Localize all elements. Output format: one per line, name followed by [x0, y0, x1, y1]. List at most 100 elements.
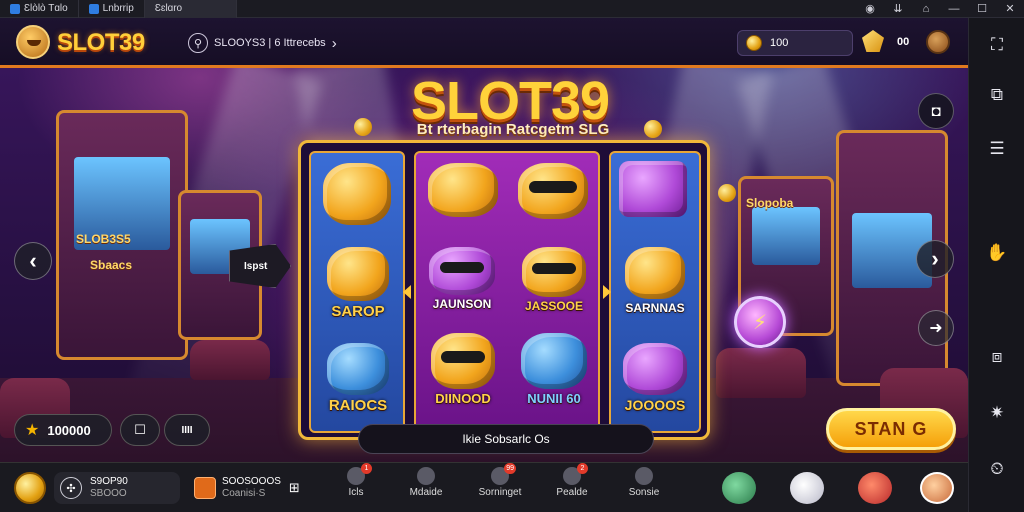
screenshot-icon[interactable]: ⧉: [969, 80, 1024, 110]
app-icon: [10, 3, 20, 14]
reel-symbol[interactable]: JAUNSON: [416, 247, 508, 311]
sunglasses-symbol-icon: [522, 247, 586, 297]
notification-badge: 1: [361, 463, 372, 474]
maximize-button[interactable]: ☐: [968, 0, 996, 18]
nav-item-4[interactable]: 2 Pealde: [542, 463, 602, 511]
balance-display[interactable]: ★ 100000: [14, 414, 112, 446]
nav-item-3[interactable]: 99 Sorninget: [470, 463, 530, 511]
tab-label: Ɛɛlɑro: [154, 3, 183, 14]
reel-column-3: SARNNAS JOOOOS: [609, 151, 701, 433]
arcade-label: Slopoba: [746, 196, 794, 210]
gift-icon: [194, 477, 216, 499]
coin-icon[interactable]: [14, 472, 46, 504]
character-avatar[interactable]: [858, 472, 892, 504]
symbol-label: NUNII 60: [527, 391, 581, 406]
reel-symbol[interactable]: JOOOOS: [611, 343, 699, 413]
spin-button[interactable]: STAN G: [826, 408, 956, 450]
profile-avatar[interactable]: [926, 30, 950, 54]
arcade-label: SLOB3S5: [76, 232, 131, 246]
mascot-avatar[interactable]: [16, 25, 50, 59]
reel-symbol[interactable]: NUNII 60: [510, 333, 598, 406]
nav-item-5[interactable]: Sonsie: [614, 467, 674, 511]
tab-2[interactable]: Lnbrrip: [79, 0, 145, 18]
wallet-panel[interactable]: ✣ S9OP90 SBOOO: [54, 472, 180, 504]
character-avatar[interactable]: [722, 472, 756, 504]
fullscreen-icon[interactable]: ⛶: [969, 30, 1024, 60]
download-icon[interactable]: ⇊: [884, 0, 912, 18]
horn-symbol-icon: [625, 247, 685, 299]
forward-button[interactable]: ➜: [918, 310, 954, 346]
floating-coin: [644, 120, 662, 138]
tab-label: Lnbrrip: [102, 3, 134, 14]
nav-icon: 99: [491, 463, 516, 485]
reward-panel[interactable]: SOOSOOOS Coanisi·S ⊞: [194, 472, 306, 504]
chevron-right-icon: ›: [331, 34, 337, 52]
game-subtitle: Bt rterbagin Ratcgetm SLG: [416, 121, 610, 138]
next-arrow-button[interactable]: ›: [916, 240, 954, 278]
floating-coin: [354, 118, 372, 136]
reel-symbol[interactable]: [619, 161, 687, 217]
balance-value: 100000: [47, 422, 91, 438]
home-icon[interactable]: ⌂: [912, 0, 940, 18]
reel-symbol[interactable]: JASSOOE: [510, 247, 598, 313]
nav-item-1[interactable]: 1 Icls: [326, 463, 386, 511]
menu-icon[interactable]: ☰: [969, 134, 1024, 164]
sunglasses-symbol-icon: [518, 163, 588, 219]
menu-icon: IIII: [181, 424, 193, 436]
bottom-navigation: ✣ S9OP90 SBOOO SOOSOOOS Coanisi·S ⊞ 1 Ic…: [0, 462, 968, 512]
reel-symbol[interactable]: SAROP: [315, 247, 401, 320]
notification-badge: 2: [577, 463, 588, 474]
chat-button[interactable]: ☐: [120, 414, 160, 446]
reel-symbol[interactable]: DIINOOD: [420, 333, 506, 406]
nav-item-2[interactable]: Mdaide: [396, 467, 456, 511]
camera-button[interactable]: ◘: [918, 93, 954, 129]
grid-icon[interactable]: ⊞: [289, 480, 300, 496]
nav-icon: 1: [347, 463, 372, 485]
character-avatar[interactable]: [790, 472, 824, 504]
nav-icon: 2: [563, 463, 588, 485]
prev-arrow-button[interactable]: ‹: [14, 242, 52, 280]
minimize-button[interactable]: —: [940, 0, 968, 18]
reel-symbol[interactable]: [323, 163, 391, 225]
reel-symbol[interactable]: [428, 163, 498, 217]
nav-label: Sonsie: [628, 487, 660, 498]
arcade-label: Sbaacs: [90, 258, 133, 272]
gesture-icon[interactable]: ✋: [969, 238, 1024, 268]
search-bar[interactable]: ⚲ SLOOYS3 | 6 Ittrecebs ›: [188, 30, 358, 56]
compass-icon: ✣: [60, 477, 82, 499]
bonus-button[interactable]: ⚡: [734, 296, 786, 348]
cap-symbol-icon: [428, 163, 498, 217]
mascot-symbol-icon: [323, 163, 391, 225]
nav-label: Mdaide: [409, 487, 443, 498]
settings-icon[interactable]: ✷: [969, 398, 1024, 428]
search-icon: ⚲: [188, 33, 208, 53]
reward-value: SOOSOOOS: [222, 476, 281, 487]
tab-1[interactable]: Ɛlòlò Tɑlo: [0, 0, 79, 18]
reel-column-1: SAROP RAIOCS: [309, 151, 405, 433]
slot-machine-symbol-icon: [619, 161, 687, 217]
reel-symbol[interactable]: [518, 163, 588, 219]
coin-amount: 100: [770, 37, 789, 49]
reel-symbol[interactable]: SARNNAS: [611, 247, 699, 315]
tab-3[interactable]: Ɛɛlɑro: [144, 0, 237, 18]
record-icon[interactable]: ◉: [856, 0, 884, 18]
nav-label: Icls: [348, 487, 364, 498]
lounge-chair: [716, 348, 806, 398]
reward-sub: Coanisi·S: [222, 488, 266, 499]
gem-icon[interactable]: [862, 30, 884, 52]
promo-tag[interactable]: Ispst: [229, 244, 291, 288]
nav-icon: [635, 467, 653, 485]
wallet-text: S9OP90 SBOOO: [90, 476, 128, 500]
floating-coin: [718, 184, 736, 202]
coin-balance[interactable]: 100: [737, 30, 853, 56]
wallet-value: S9OP90: [90, 476, 128, 487]
search-text: SLOOYS3 | 6 Ittrecebs: [214, 37, 326, 49]
menu-button[interactable]: IIII: [164, 414, 210, 446]
multi-window-icon[interactable]: ⧈: [969, 342, 1024, 372]
reel-symbol[interactable]: RAIOCS: [315, 343, 401, 414]
timer-icon[interactable]: ⏲: [969, 454, 1024, 484]
star-icon: ★: [25, 422, 40, 439]
profile-avatar[interactable]: [920, 472, 954, 504]
tab-label: Ɛlòlò Tɑlo: [24, 3, 68, 14]
close-button[interactable]: ✕: [996, 0, 1024, 18]
